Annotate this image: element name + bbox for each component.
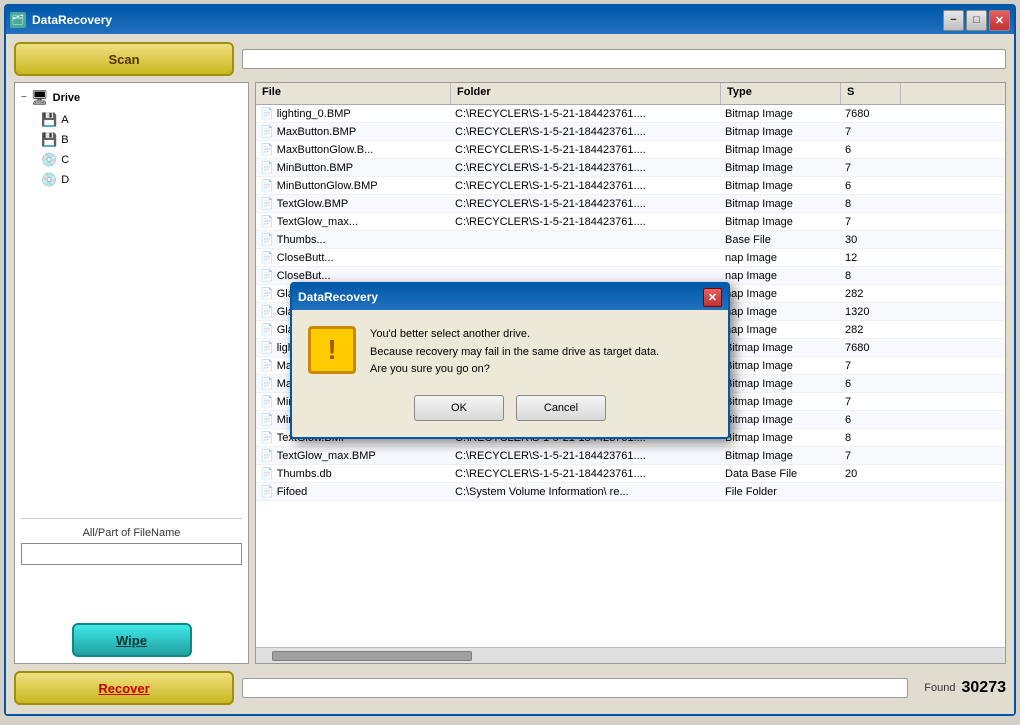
warning-symbol: !	[327, 334, 336, 366]
dialog-message-line1: You'd better select another drive.	[370, 326, 659, 344]
dialog-message-line2: Because recovery may fail in the same dr…	[370, 344, 659, 362]
dialog-body: ! You'd better select another drive. Bec…	[292, 310, 728, 437]
dialog-close-button[interactable]: ✕	[703, 288, 722, 307]
dialog-title-bar: DataRecovery ✕	[292, 284, 728, 310]
warning-icon: !	[308, 326, 356, 374]
warning-dialog: DataRecovery ✕ ! You'd better select ano…	[290, 282, 730, 439]
dialog-message: You'd better select another drive. Becau…	[370, 326, 659, 379]
dialog-ok-button[interactable]: OK	[414, 395, 504, 421]
dialog-cancel-button[interactable]: Cancel	[516, 395, 606, 421]
dialog-message-line3: Are you sure you go on?	[370, 361, 659, 379]
dialog-title: DataRecovery	[298, 290, 378, 304]
dialog-buttons: OK Cancel	[308, 395, 712, 421]
dialog-overlay: DataRecovery ✕ ! You'd better select ano…	[0, 0, 1020, 721]
dialog-content: ! You'd better select another drive. Bec…	[308, 326, 712, 379]
